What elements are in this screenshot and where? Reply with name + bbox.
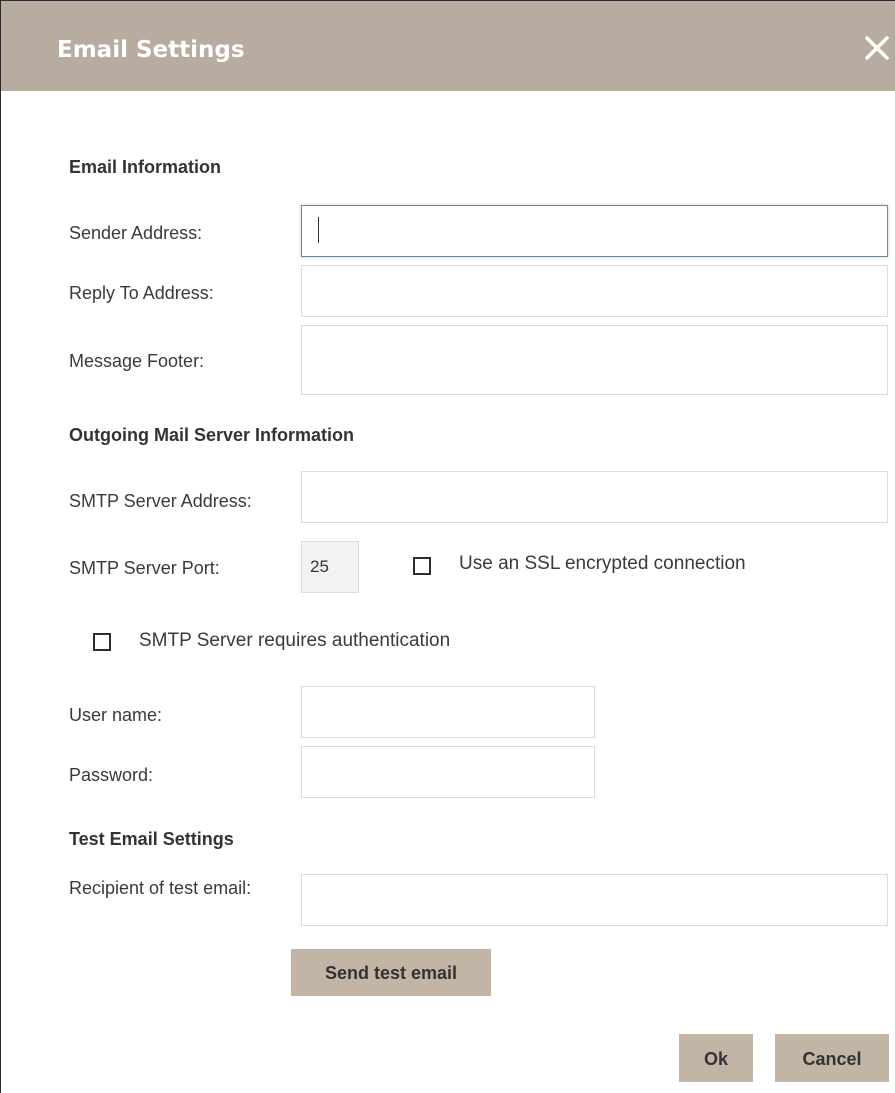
reply-to-address-label: Reply To Address: xyxy=(69,283,214,303)
cancel-button[interactable]: Cancel xyxy=(775,1034,889,1082)
ok-button[interactable]: Ok xyxy=(679,1034,753,1082)
user-name-input[interactable] xyxy=(301,686,595,738)
email-settings-dialog: Email Settings Email Information Sender … xyxy=(0,0,895,1093)
message-footer-label: Message Footer: xyxy=(69,351,205,371)
password-input[interactable] xyxy=(301,746,595,798)
email-information-heading: Email Information xyxy=(69,157,222,177)
reply-to-address-input[interactable] xyxy=(301,265,888,317)
smtp-server-address-label: SMTP Server Address: xyxy=(69,491,252,511)
smtp-server-port-value: 25 xyxy=(310,557,329,576)
text-caret xyxy=(318,217,319,243)
dialog-title: Email Settings xyxy=(57,37,245,63)
smtp-server-port-label: SMTP Server Port: xyxy=(69,558,220,578)
recipient-test-email-input[interactable] xyxy=(301,874,888,926)
sender-address-label: Sender Address: xyxy=(69,223,203,243)
smtp-server-address-input[interactable] xyxy=(301,471,888,523)
user-name-label: User name: xyxy=(69,705,163,725)
send-test-email-button[interactable]: Send test email xyxy=(291,949,491,996)
outgoing-mail-server-heading: Outgoing Mail Server Information xyxy=(69,425,355,445)
sender-address-input[interactable] xyxy=(301,205,888,257)
smtp-server-port-input[interactable]: 25 xyxy=(301,541,359,593)
dialog-header: Email Settings xyxy=(1,1,895,91)
test-email-heading: Test Email Settings xyxy=(69,829,234,849)
password-label: Password: xyxy=(69,765,154,785)
auth-required-checkbox[interactable] xyxy=(93,633,111,651)
auth-required-label[interactable]: SMTP Server requires authentication xyxy=(139,630,450,652)
close-icon[interactable] xyxy=(863,34,891,62)
ssl-checkbox-label[interactable]: Use an SSL encrypted connection xyxy=(459,553,746,575)
recipient-test-email-label: Recipient of test email: xyxy=(69,878,252,898)
message-footer-input[interactable] xyxy=(301,325,888,395)
ssl-checkbox[interactable] xyxy=(413,557,431,575)
